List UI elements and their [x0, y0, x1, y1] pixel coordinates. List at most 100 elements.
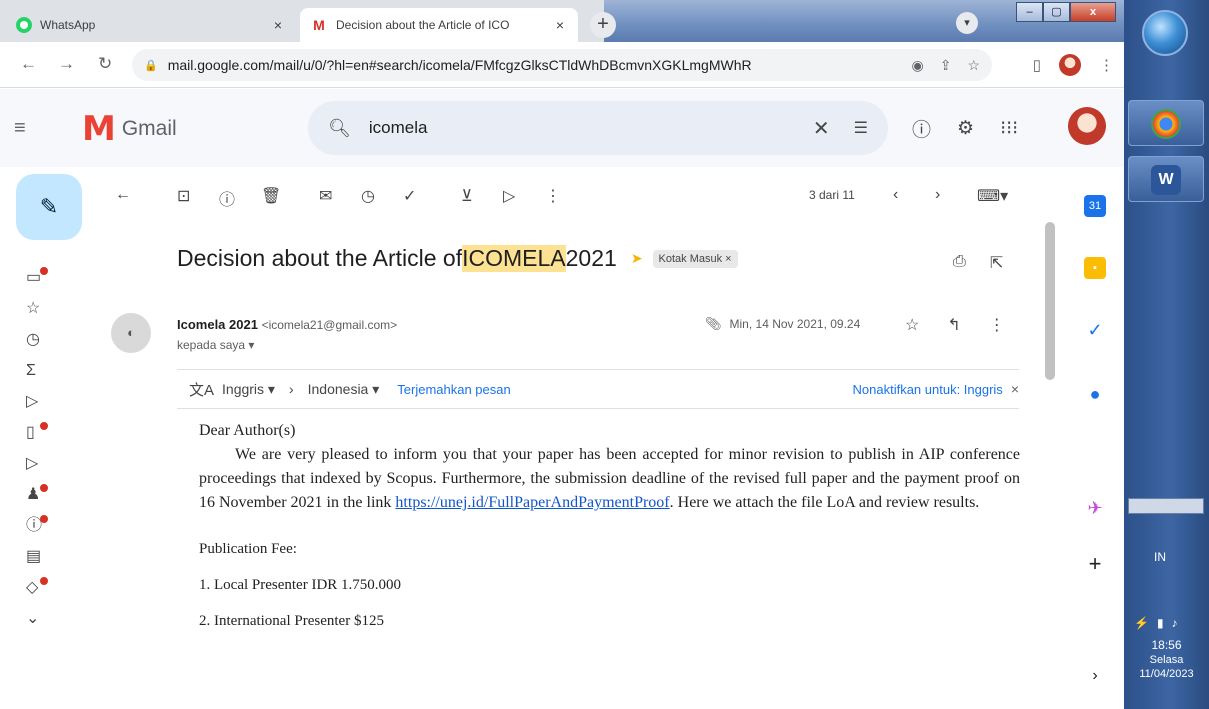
translate-message-link[interactable]: Terjemahkan pesan — [397, 382, 510, 397]
tab-gmail[interactable]: M Decision about the Article of ICO × — [300, 8, 578, 42]
show-side-panel-icon[interactable]: › — [1084, 665, 1106, 687]
delete-icon[interactable]: 🗑︎ — [261, 186, 281, 206]
scroll-thumb[interactable] — [1045, 222, 1055, 380]
sent-icon[interactable]: ▷ — [0, 386, 90, 417]
taskbar-chrome[interactable] — [1128, 100, 1204, 146]
social-icon[interactable]: ♟ — [0, 479, 90, 510]
move-to-icon[interactable]: ⊻ — [461, 186, 473, 206]
starred-icon[interactable]: ☆ — [0, 293, 90, 324]
gmail-logo[interactable]: M Gmail — [82, 109, 177, 149]
search-icon[interactable]: 🔍︎ — [328, 118, 351, 139]
target-language-select[interactable]: Indonesia ▾ — [308, 381, 380, 398]
fee-title: Publication Fee: — [199, 541, 297, 557]
chrome-icon — [1151, 109, 1181, 139]
apps-grid-icon[interactable]: ⁝⁝⁝ — [1000, 117, 1018, 140]
clear-search-icon[interactable]: ✕ — [813, 116, 830, 141]
browser-menu-icon[interactable]: ⋮ — [1099, 56, 1114, 74]
print-icon[interactable]: ⎙ — [953, 253, 966, 273]
clock-time[interactable]: 18:56 — [1124, 638, 1209, 652]
open-new-window-icon[interactable]: ⇱ — [990, 253, 1003, 273]
newer-icon[interactable]: ‹ — [893, 186, 898, 204]
keep-icon[interactable]: ▪ — [1084, 257, 1106, 279]
dismiss-translate-icon[interactable]: × — [1011, 381, 1019, 397]
message-toolbar: ← ⊡ ⓘ 🗑︎ ✉ ◷ ✓ ⊻ ▷ ⋮ 3 dari 11 ‹ › ⌨▾ — [93, 167, 1058, 227]
settings-gear-icon[interactable]: ⚙ — [957, 117, 974, 140]
maximize-button[interactable]: ▢ — [1043, 2, 1070, 22]
fee-item: 2. International Presenter $125 — [199, 613, 384, 629]
archive-icon[interactable]: ⊡ — [177, 186, 190, 206]
drafts-icon[interactable]: ▯ — [0, 417, 90, 448]
important-icon[interactable]: Σ — [0, 355, 90, 386]
submission-link[interactable]: https://unej.id/FullPaperAndPaymentProof — [395, 494, 669, 511]
taskbar-word[interactable]: W — [1128, 156, 1204, 202]
language-indicator[interactable]: IN — [1154, 550, 1166, 564]
tasks-icon[interactable]: ✓ — [1084, 319, 1106, 341]
recipient-dropdown[interactable]: kepada saya ▾ — [177, 338, 254, 352]
message-more-icon[interactable]: ⋮ — [989, 315, 1005, 335]
snoozed-icon[interactable]: ◷ — [0, 324, 90, 355]
tab-whatsapp[interactable]: WhatsApp × — [6, 8, 296, 42]
star-icon[interactable]: ☆ — [905, 315, 919, 335]
forward-icon[interactable]: → — [58, 54, 75, 74]
tray-icons[interactable]: ⚡▮♪ — [1134, 616, 1186, 630]
tab-search-icon[interactable]: ▾ — [956, 12, 978, 34]
search-input[interactable]: icomela — [369, 118, 813, 138]
disable-translate-link[interactable]: Nonaktifkan untuk: Inggris — [853, 382, 1003, 397]
promotions-icon[interactable]: ◇ — [0, 572, 90, 603]
sender-email: <icomela21@gmail.com> — [261, 318, 398, 332]
input-tools-icon[interactable]: ⌨▾ — [977, 186, 1008, 206]
addon-icon[interactable]: ✈ — [1084, 497, 1106, 519]
gmail-wordmark: Gmail — [121, 117, 177, 140]
message-view: ← ⊡ ⓘ 🗑︎ ✉ ◷ ✓ ⊻ ▷ ⋮ 3 dari 11 ‹ › ⌨▾ De… — [93, 167, 1058, 697]
taskbar-scroll[interactable] — [1128, 498, 1204, 514]
profile-avatar[interactable] — [1059, 54, 1081, 76]
share-icon[interactable]: ⇪ — [940, 57, 952, 74]
eye-icon[interactable]: ◉ — [911, 57, 923, 74]
greeting: Dear Author(s) — [199, 422, 296, 439]
calendar-icon[interactable]: 31 — [1084, 195, 1106, 217]
message-subject: Decision about the Article of ICOMELA 20… — [177, 245, 738, 272]
lock-icon[interactable]: 🔒 — [144, 59, 158, 72]
help-icon[interactable]: ⓘ — [912, 115, 931, 142]
back-icon[interactable]: ← — [20, 54, 37, 74]
label-icon[interactable]: ▷ — [0, 448, 90, 479]
mark-unread-icon[interactable]: ✉ — [319, 186, 332, 206]
close-window-button[interactable]: x — [1070, 2, 1116, 22]
toolbar-right: ▯ ⋮ — [1033, 54, 1114, 76]
sender-name[interactable]: Icomela 2021 — [177, 317, 258, 332]
snooze-icon[interactable]: ◷ — [361, 186, 375, 206]
label-chip-inbox[interactable]: Kotak Masuk × — [652, 249, 738, 268]
more-options-icon[interactable]: ⋮ — [545, 186, 561, 206]
contacts-icon[interactable]: ● — [1084, 383, 1106, 405]
forums-icon[interactable]: ▤ — [0, 541, 90, 572]
new-tab-button[interactable]: + — [590, 12, 616, 38]
start-button[interactable] — [1142, 10, 1188, 56]
bookmark-star-icon[interactable]: ☆ — [967, 57, 980, 74]
search-options-icon[interactable]: ☰ — [854, 118, 868, 138]
tab-close-icon[interactable]: × — [270, 17, 286, 33]
inbox-icon[interactable]: ▭ — [0, 262, 90, 293]
add-addon-icon[interactable]: + — [1084, 553, 1106, 575]
side-panel-icon[interactable]: ▯ — [1033, 56, 1041, 74]
browser-window: WhatsApp × M Decision about the Article … — [0, 0, 1124, 709]
account-avatar[interactable] — [1068, 107, 1106, 145]
labels-icon[interactable]: ▷ — [503, 186, 515, 206]
source-language-select[interactable]: Inggris ▾ — [222, 381, 275, 398]
important-marker-icon[interactable]: ➤ — [631, 250, 643, 267]
main-menu-icon[interactable]: ≡ — [14, 117, 26, 140]
older-icon[interactable]: › — [935, 186, 940, 204]
report-spam-icon[interactable]: ⓘ — [219, 186, 235, 210]
more-chevron-icon[interactable]: ⌄ — [0, 603, 90, 634]
updates-icon[interactable]: ⓘ — [0, 510, 90, 541]
compose-button[interactable]: ✎ — [16, 174, 82, 240]
tab-close-icon[interactable]: × — [552, 17, 568, 33]
add-task-icon[interactable]: ✓ — [403, 186, 416, 206]
reload-icon[interactable]: ↻ — [98, 54, 112, 74]
minimize-button[interactable]: – — [1016, 2, 1043, 22]
back-to-list-icon[interactable]: ← — [115, 186, 131, 204]
message-scrollbar[interactable] — [1042, 222, 1058, 697]
reply-icon[interactable]: ↰ — [947, 315, 960, 335]
address-bar[interactable]: 🔒 mail.google.com/mail/u/0/?hl=en#search… — [132, 49, 992, 81]
search-bar[interactable]: 🔍︎ icomela ✕ ☰ — [308, 101, 888, 155]
